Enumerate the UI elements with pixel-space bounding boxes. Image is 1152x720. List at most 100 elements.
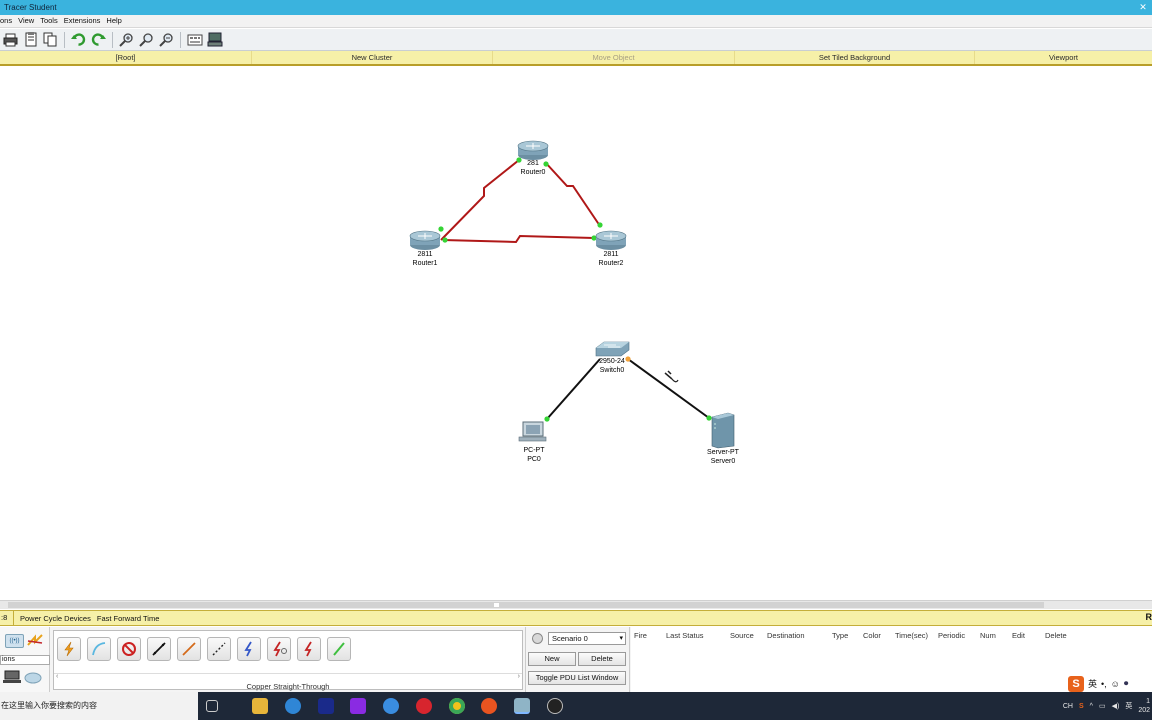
coaxial-cable-icon[interactable] (267, 637, 291, 661)
chrome-icon[interactable] (449, 698, 465, 714)
activity-wizard-icon[interactable] (22, 31, 39, 48)
custom-device-icon[interactable] (206, 31, 223, 48)
sogou-browser-icon[interactable] (285, 698, 301, 714)
zoom-reset-icon[interactable] (138, 31, 155, 48)
toggle-pdu-list-button[interactable]: Toggle PDU List Window (528, 671, 626, 685)
ime-emoji-icon[interactable]: ☺ (1111, 679, 1120, 689)
copper-cross-over-icon[interactable] (177, 637, 201, 661)
connection-list-scrollbar[interactable]: ‹ › (54, 673, 522, 681)
category-label: ions (0, 655, 50, 665)
fast-forward-time-button[interactable]: Fast Forward Time (91, 614, 160, 623)
serial-dce-icon[interactable] (297, 637, 321, 661)
no-cable-icon[interactable] (117, 637, 141, 661)
redo-icon[interactable] (90, 31, 107, 48)
topology-canvas[interactable]: 281 Router0 2811 Router1 2811 Router2 29… (0, 68, 1152, 600)
undo-icon[interactable] (70, 31, 87, 48)
console-cable-icon[interactable] (87, 637, 111, 661)
column-type: Type (832, 631, 849, 640)
feishu-icon[interactable] (383, 698, 399, 714)
power-cycle-devices-button[interactable]: Power Cycle Devices (14, 614, 91, 623)
task-view-icon[interactable] (206, 700, 218, 712)
zoom-in-icon[interactable] (118, 31, 135, 48)
input-method-toolbar[interactable]: S 英 •, ☺ ⏺ (1066, 675, 1152, 692)
set-tiled-background-button[interactable]: Set Tiled Background (735, 51, 975, 64)
taskbar-clock[interactable]: 1 202 (1138, 697, 1150, 715)
intellij-icon[interactable] (350, 698, 366, 714)
delete-scenario-button[interactable]: Delete (578, 652, 626, 666)
scrollbar-thumb[interactable] (8, 602, 1044, 608)
viewport-button[interactable]: Viewport (975, 51, 1152, 64)
taskbar-search-box[interactable]: 在这里输入你要搜索的内容 (0, 692, 198, 720)
link-router1-router2[interactable] (442, 234, 595, 244)
realtime-mode-indicator[interactable]: R (1146, 612, 1152, 622)
menu-extensions[interactable]: Extensions (64, 15, 107, 27)
menu-view[interactable]: View (18, 15, 40, 27)
zoom-out-icon[interactable] (158, 31, 175, 48)
end-devices-icon[interactable] (3, 670, 21, 684)
menu-options[interactable]: ons (0, 15, 18, 27)
phone-cable-icon[interactable] (237, 637, 261, 661)
workspace-horizontal-scrollbar[interactable] (0, 600, 1152, 609)
tray-ime-icon[interactable]: 英 (1125, 701, 1132, 711)
column-last-status: Last Status (666, 631, 704, 640)
link-switch0-server0[interactable] (627, 358, 710, 419)
print-icon[interactable] (2, 31, 19, 48)
copy-icon[interactable] (42, 31, 59, 48)
serial-dte-icon[interactable] (327, 637, 351, 661)
link-router0-router1[interactable] (440, 159, 520, 241)
scroll-right-icon[interactable]: › (518, 673, 520, 680)
iqiyi-icon[interactable] (318, 698, 334, 714)
file-explorer-icon[interactable] (252, 698, 268, 714)
ime-language[interactable]: 英 (1088, 677, 1097, 690)
palette-icon[interactable] (186, 31, 203, 48)
menu-tools[interactable]: Tools (40, 15, 64, 27)
move-object-button[interactable]: Move Object (493, 51, 735, 64)
wan-emulation-icon[interactable] (24, 672, 42, 684)
tray-volume-icon[interactable]: ◀) (1112, 702, 1120, 710)
window-close-icon[interactable]: ✕ (1138, 2, 1148, 12)
automatic-connection-icon[interactable] (57, 637, 81, 661)
scenario-info-icon[interactable] (532, 633, 543, 644)
sogou-logo-icon[interactable]: S (1068, 675, 1084, 692)
link-router0-router2[interactable] (544, 161, 601, 227)
packet-tracer-icon[interactable] (514, 698, 530, 714)
window-title-bar: Tracer Student ✕ (0, 0, 1152, 15)
ime-mic-icon[interactable]: ⏺ (1124, 678, 1129, 689)
server0-icon[interactable] (711, 412, 735, 449)
tray-network-icon[interactable]: ▭ (1099, 702, 1106, 710)
column-color: Color (863, 631, 881, 640)
obs-icon[interactable] (547, 698, 563, 714)
logical-workspace[interactable]: 281 Router0 2811 Router1 2811 Router2 29… (0, 68, 1152, 600)
root-button[interactable]: [Root] (0, 51, 252, 64)
fiber-cable-icon[interactable] (207, 637, 231, 661)
router2-model-label: 2811 (603, 251, 618, 258)
tray-chevron-up-icon[interactable]: ^ (1090, 703, 1093, 710)
link-switch0-pc0[interactable] (546, 358, 601, 420)
column-fire: Fire (634, 631, 647, 640)
connection-type-list: ‹ › Copper Straight-Through (53, 630, 523, 691)
pc0-icon[interactable] (518, 421, 547, 442)
column-destination: Destination (767, 631, 805, 640)
ime-punctuation[interactable]: •, (1101, 679, 1107, 689)
system-tray: CH S ^ ▭ ◀) 英 1 202 (1063, 692, 1152, 720)
scenario-select[interactable]: Scenario 0 ▾ (548, 632, 626, 645)
clock-time: 1 (1146, 698, 1150, 705)
scroll-left-icon[interactable]: ‹ (56, 673, 58, 680)
router1-icon[interactable] (409, 230, 441, 250)
tray-sogou-icon[interactable]: S (1079, 703, 1084, 710)
tray-language[interactable]: CH (1063, 703, 1073, 710)
copper-straight-through-icon[interactable] (147, 637, 171, 661)
new-cluster-button[interactable]: New Cluster (252, 51, 493, 64)
netease-music-icon[interactable] (416, 698, 432, 714)
switch0-icon[interactable] (595, 341, 630, 357)
menu-help[interactable]: Help (106, 15, 127, 27)
new-scenario-button[interactable]: New (528, 652, 576, 666)
workspace-navigation-bar: [Root] New Cluster Move Object Set Tiled… (0, 51, 1152, 66)
connections-category-icon[interactable] (26, 633, 44, 649)
toolbar-separator (180, 31, 181, 48)
wireless-devices-icon[interactable]: ((•)) (5, 634, 24, 648)
router2-icon[interactable] (595, 230, 627, 250)
router0-icon[interactable] (517, 140, 549, 160)
ubuntu-icon[interactable] (481, 698, 497, 714)
scenario-panel: Scenario 0 ▾ New Delete Toggle PDU List … (525, 627, 630, 692)
